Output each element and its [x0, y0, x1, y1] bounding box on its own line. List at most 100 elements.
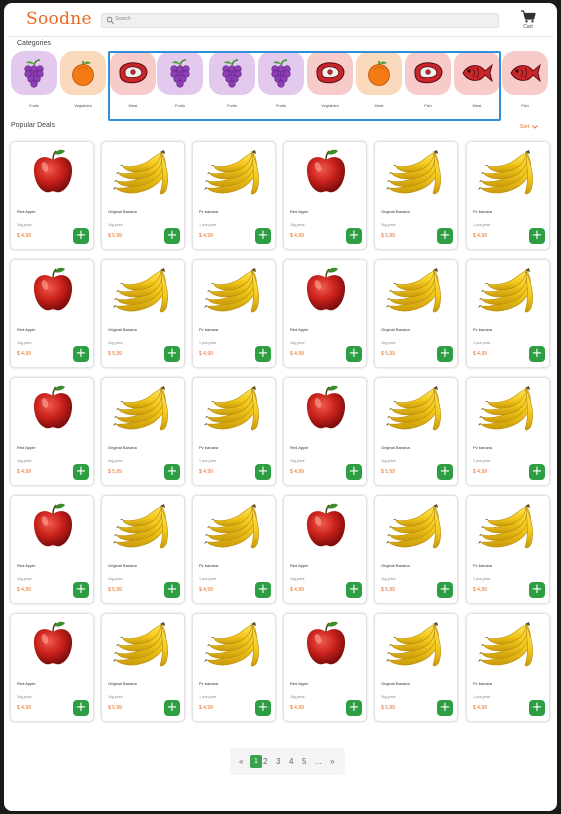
add-to-cart-button[interactable]: +: [437, 346, 453, 362]
product-quantity: 1 pcs,price: [199, 577, 217, 581]
product-name: Original Banana: [108, 327, 137, 332]
add-to-cart-button[interactable]: +: [346, 228, 362, 244]
product-card[interactable]: Red Apple 1kg,price $ 4,99 +: [10, 613, 94, 722]
product-quantity: 1kg,price: [381, 341, 396, 345]
product-quantity: 1 pcs,price: [473, 459, 491, 463]
product-price: $ 4,99: [473, 233, 487, 239]
product-name: Pv banana: [473, 445, 493, 450]
page-3-button[interactable]: 3: [276, 757, 280, 766]
category-item[interactable]: Vegtables: [60, 51, 106, 111]
page-5-button[interactable]: 5: [302, 757, 306, 766]
add-to-cart-button[interactable]: +: [437, 228, 453, 244]
product-card[interactable]: Original Banana 1kg,price $ 5,99 +: [101, 495, 185, 604]
add-to-cart-button[interactable]: +: [529, 700, 545, 716]
product-card[interactable]: Original Banana 1kg,price $ 5,99 +: [374, 141, 458, 250]
add-to-cart-button[interactable]: +: [255, 228, 271, 244]
add-to-cart-button[interactable]: +: [346, 464, 362, 480]
product-name: Red Apple: [290, 681, 309, 686]
page-ellipsis: ...: [315, 757, 322, 766]
add-to-cart-button[interactable]: +: [73, 464, 89, 480]
add-to-cart-button[interactable]: +: [437, 582, 453, 598]
product-name: Pv banana: [473, 209, 493, 214]
product-card[interactable]: Red Apple 1kg,price $ 4,99 +: [283, 613, 367, 722]
add-to-cart-button[interactable]: +: [437, 700, 453, 716]
product-name: Pv banana: [199, 681, 219, 686]
add-to-cart-button[interactable]: +: [164, 582, 180, 598]
product-card[interactable]: Red Apple 1kg,price $ 4,99 +: [283, 141, 367, 250]
page-4-button[interactable]: 4: [289, 757, 293, 766]
sort-dropdown[interactable]: Sort: [520, 124, 538, 130]
add-to-cart-button[interactable]: +: [73, 228, 89, 244]
product-card[interactable]: Pv banana 1 pcs,price $ 4,99 +: [192, 259, 276, 368]
page-2-button[interactable]: 2: [263, 757, 267, 766]
product-card[interactable]: Pv banana 1 pcs,price $ 4,99 +: [192, 495, 276, 604]
product-card[interactable]: Red Apple 1kg,price $ 4,99 +: [10, 141, 94, 250]
product-card[interactable]: Pv banana 1 pcs,price $ 4,99 +: [466, 495, 550, 604]
product-card[interactable]: Pv banana 1 pcs,price $ 4,99 +: [192, 613, 276, 722]
add-to-cart-button[interactable]: +: [346, 346, 362, 362]
add-to-cart-button[interactable]: +: [255, 582, 271, 598]
add-to-cart-button[interactable]: +: [255, 464, 271, 480]
product-card[interactable]: Red Apple 1kg,price $ 4,99 +: [10, 495, 94, 604]
product-price: $ 5,99: [108, 351, 122, 357]
product-card[interactable]: Red Apple 1kg,price $ 4,99 +: [10, 377, 94, 486]
add-to-cart-button[interactable]: +: [437, 464, 453, 480]
app-logo[interactable]: Soodne: [26, 9, 92, 29]
product-price: $ 4,99: [17, 705, 31, 711]
product-card[interactable]: Pv banana 1 pcs,price $ 4,99 +: [466, 613, 550, 722]
category-item[interactable]: Fruits: [11, 51, 57, 111]
product-card[interactable]: Pv banana 1 pcs,price $ 4,99 +: [192, 141, 276, 250]
add-to-cart-button[interactable]: +: [529, 228, 545, 244]
product-card[interactable]: Original Banana 1kg,price $ 5,99 +: [101, 613, 185, 722]
add-to-cart-button[interactable]: +: [73, 582, 89, 598]
product-card[interactable]: Pv banana 1 pcs,price $ 4,99 +: [466, 377, 550, 486]
add-to-cart-button[interactable]: +: [164, 346, 180, 362]
add-to-cart-button[interactable]: +: [255, 700, 271, 716]
product-price: $ 5,99: [108, 233, 122, 239]
product-card[interactable]: Pv banana 1 pcs,price $ 4,99 +: [466, 259, 550, 368]
add-to-cart-button[interactable]: +: [529, 346, 545, 362]
prev-page-button[interactable]: «: [239, 757, 243, 766]
product-card[interactable]: Red Apple 1kg,price $ 4,99 +: [10, 259, 94, 368]
product-card[interactable]: Original Banana 1kg,price $ 5,99 +: [374, 377, 458, 486]
product-card[interactable]: Red Apple 1kg,price $ 4,99 +: [283, 495, 367, 604]
product-card[interactable]: Original Banana 1kg,price $ 5,99 +: [101, 141, 185, 250]
add-to-cart-button[interactable]: +: [346, 582, 362, 598]
product-card[interactable]: Original Banana 1kg,price $ 5,99 +: [101, 377, 185, 486]
product-card[interactable]: Original Banana 1kg,price $ 5,99 +: [374, 495, 458, 604]
add-to-cart-button[interactable]: +: [164, 464, 180, 480]
category-item[interactable]: Fruits: [209, 51, 255, 111]
product-card[interactable]: Pv banana 1 pcs,price $ 4,99 +: [192, 377, 276, 486]
add-to-cart-button[interactable]: +: [164, 700, 180, 716]
category-item[interactable]: Vegtables: [307, 51, 353, 111]
product-card[interactable]: Pv banana 1 pcs,price $ 4,99 +: [466, 141, 550, 250]
add-to-cart-button[interactable]: +: [73, 346, 89, 362]
category-item[interactable]: Fruits: [258, 51, 304, 111]
cart-button[interactable]: Cart: [518, 10, 538, 32]
product-quantity: 1kg,price: [290, 223, 305, 227]
search-bar[interactable]: Search: [101, 13, 499, 28]
add-to-cart-button[interactable]: +: [164, 228, 180, 244]
category-item[interactable]: Fish: [405, 51, 451, 111]
add-to-cart-button[interactable]: +: [529, 464, 545, 480]
category-item[interactable]: Meat: [454, 51, 500, 111]
product-price: $ 4,99: [290, 587, 304, 593]
page-1-button[interactable]: 1: [250, 755, 262, 768]
product-card[interactable]: Red Apple 1kg,price $ 4,99 +: [283, 259, 367, 368]
product-price: $ 4,99: [290, 705, 304, 711]
product-card[interactable]: Original Banana 1kg,price $ 5,99 +: [374, 613, 458, 722]
category-item[interactable]: Meat: [356, 51, 402, 111]
product-card[interactable]: Red Apple 1kg,price $ 4,99 +: [283, 377, 367, 486]
next-page-button[interactable]: »: [330, 757, 334, 766]
product-price: $ 4,99: [473, 351, 487, 357]
add-to-cart-button[interactable]: +: [255, 346, 271, 362]
category-item[interactable]: Fruits: [157, 51, 203, 111]
add-to-cart-button[interactable]: +: [346, 700, 362, 716]
product-card[interactable]: Original Banana 1kg,price $ 5,99 +: [101, 259, 185, 368]
product-card[interactable]: Original Banana 1kg,price $ 5,99 +: [374, 259, 458, 368]
category-item[interactable]: Fish: [502, 51, 548, 111]
product-name: Original Banana: [108, 681, 137, 686]
add-to-cart-button[interactable]: +: [73, 700, 89, 716]
add-to-cart-button[interactable]: +: [529, 582, 545, 598]
category-item[interactable]: Meat: [110, 51, 156, 111]
